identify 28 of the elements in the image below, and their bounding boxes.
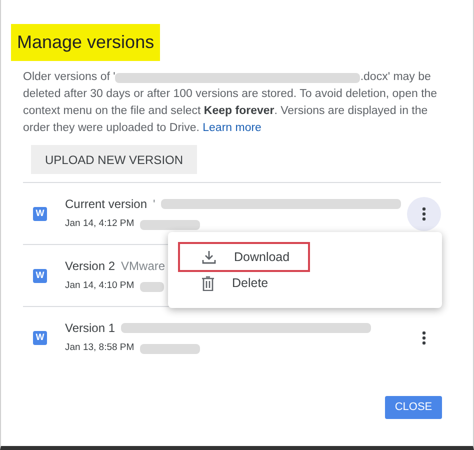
description-text: Older versions of ': [23, 70, 116, 85]
description-text: deleted after 30 days or after 100 versions are stored. To avoid deletion, open the context menu on the file and select Keep forever. Versions are displayed in the order they were uploaded to Drive. Learn more: [23, 87, 438, 136]
upload-new-version-button[interactable]: UPLOAD NEW VERSION: [31, 145, 198, 174]
version-label: Version 2: [65, 258, 116, 276]
description-text: .docx' may be: [360, 70, 431, 85]
redacted-text: [140, 282, 164, 292]
version-name: VMware: [121, 258, 166, 276]
version-name: ': [153, 196, 156, 214]
redacted-text: [140, 220, 200, 230]
redacted-text: [140, 344, 200, 354]
more-options-button[interactable]: [407, 196, 441, 230]
dialog-title: Manage versions: [11, 24, 160, 61]
word-file-icon: W: [33, 206, 47, 220]
version-date: Jan 13, 8:58 PM: [65, 341, 134, 356]
version-label: Current version: [65, 196, 148, 214]
version-date: Jan 14, 4:10 PM: [65, 279, 134, 294]
version-date: Jan 14, 4:12 PM: [65, 217, 134, 232]
menu-item[interactable]: Delete: [180, 270, 308, 296]
menu-item[interactable]: Download: [180, 244, 308, 270]
version-label: Version 1: [65, 320, 116, 338]
word-file-icon: W: [33, 268, 47, 282]
close-button[interactable]: CLOSE: [385, 396, 442, 419]
download-icon: [202, 250, 216, 264]
trash-icon: [202, 276, 214, 290]
word-file-icon: W: [33, 330, 47, 344]
more-vert-icon: [422, 206, 426, 220]
learn-more-link[interactable]: Learn more: [202, 122, 262, 134]
more-vert-icon: [422, 330, 426, 344]
